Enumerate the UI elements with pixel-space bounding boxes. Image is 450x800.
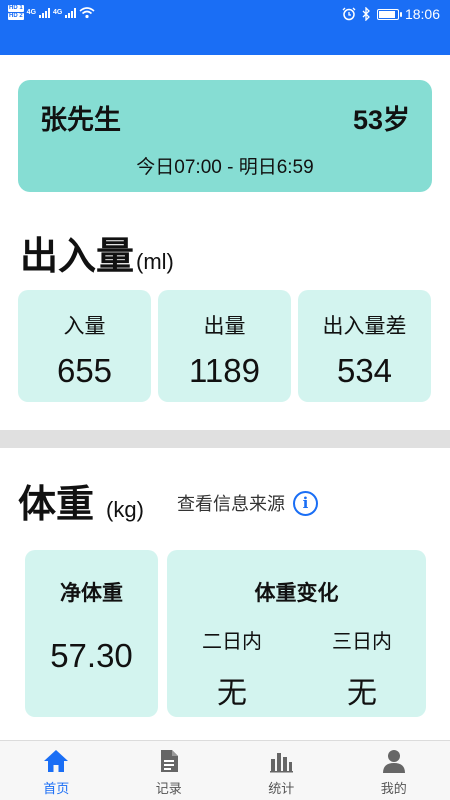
- user-icon: [382, 750, 405, 773]
- three-day-change: 三日内 无: [307, 625, 417, 712]
- home-icon: [44, 750, 69, 772]
- tab-records[interactable]: 记录: [113, 741, 226, 800]
- weight-title: 体重: [18, 484, 95, 526]
- intake-label: 入量: [63, 315, 106, 338]
- balance-card: 出入量差 534: [298, 290, 431, 402]
- network-type-2: 4G: [53, 9, 63, 16]
- battery-icon: [376, 8, 402, 20]
- wifi-icon: [79, 6, 95, 18]
- signal-icon: [65, 7, 77, 18]
- three-day-value: 无: [347, 677, 377, 710]
- patient-card: 张先生 53岁 今日07:00 - 明日6:59: [18, 80, 432, 192]
- bluetooth-icon: [362, 7, 370, 21]
- balance-value: 534: [336, 352, 393, 389]
- patient-name: 张先生: [40, 105, 121, 135]
- view-source-link[interactable]: 查看信息来源 i: [177, 490, 318, 516]
- weight-heading: 体重 (kg): [18, 473, 144, 528]
- weight-change-card: 体重变化 二日内 无 三日内 无: [167, 550, 426, 717]
- intake-output-title: 出入量: [20, 236, 135, 278]
- net-weight-value: 57.30: [50, 637, 133, 674]
- patient-age: 53岁: [352, 105, 410, 135]
- intake-value: 655: [56, 352, 113, 389]
- output-label: 出量: [203, 315, 246, 338]
- tab-home[interactable]: 首页: [0, 741, 113, 800]
- network-type-1: 4G: [26, 9, 37, 16]
- sim1-badge: HD 1: [8, 5, 24, 12]
- tab-profile[interactable]: 我的: [338, 741, 450, 800]
- two-day-label: 二日内: [202, 631, 262, 653]
- output-card: 出量 1189: [158, 290, 291, 402]
- three-day-label: 三日内: [332, 631, 392, 653]
- two-day-value: 无: [217, 677, 247, 710]
- bar-chart-icon: [270, 753, 294, 773]
- sim2-badge: HD 2: [8, 13, 24, 20]
- status-bar: HD 1 HD 2 4G 4G 18:06: [0, 0, 450, 55]
- two-day-change: 二日内 无: [177, 625, 287, 712]
- info-icon[interactable]: i: [293, 490, 318, 516]
- net-weight-card: 净体重 57.30: [25, 550, 158, 717]
- tab-records-label: 记录: [155, 781, 182, 796]
- record-period: 今日07:00 - 明日6:59: [136, 157, 314, 178]
- bottom-tab-bar: 首页 记录 统计 我的: [0, 740, 450, 800]
- intake-output-heading: 出入量 (ml): [20, 225, 174, 280]
- tab-statistics-label: 统计: [268, 781, 295, 796]
- view-source-label: 查看信息来源: [177, 494, 285, 514]
- balance-label: 出入量差: [322, 315, 407, 338]
- section-divider: [0, 430, 450, 448]
- weight-change-title: 体重变化: [254, 582, 339, 605]
- tab-home-label: 首页: [43, 781, 70, 796]
- document-icon: [160, 750, 178, 772]
- signal-icon: [39, 7, 51, 18]
- tab-profile-label: 我的: [380, 781, 407, 796]
- alarm-icon: [342, 7, 356, 21]
- tab-statistics[interactable]: 统计: [225, 741, 338, 800]
- output-value: 1189: [189, 352, 260, 389]
- weight-unit: (kg): [106, 497, 144, 522]
- network-indicators: HD 1 HD 2 4G 4G: [8, 5, 95, 20]
- intake-card: 入量 655: [18, 290, 151, 402]
- intake-output-unit: (ml): [136, 249, 174, 274]
- net-weight-label: 净体重: [60, 582, 123, 605]
- clock-time: 18:06: [404, 6, 440, 22]
- system-indicators: 18:06: [342, 6, 440, 22]
